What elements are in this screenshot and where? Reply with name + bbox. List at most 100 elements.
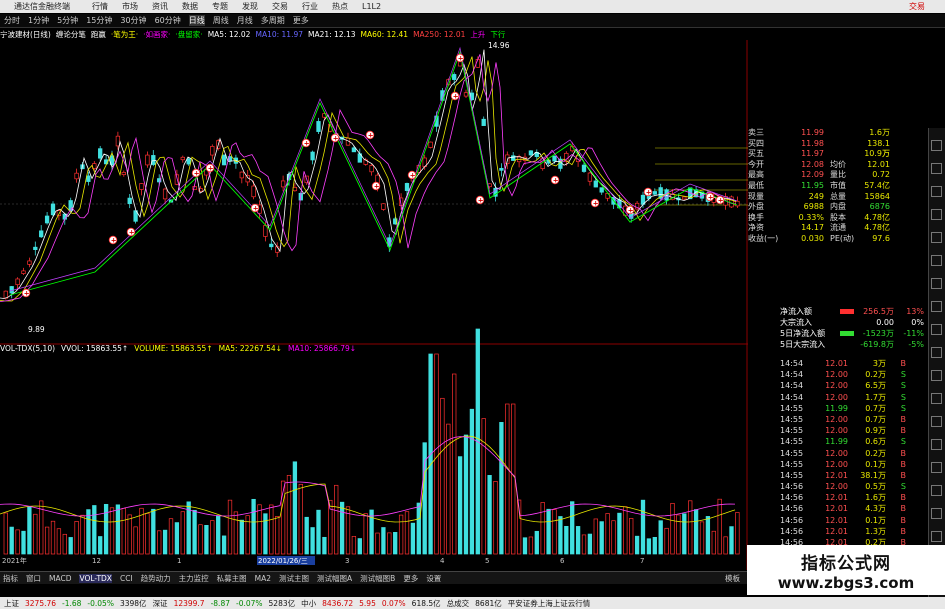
trade-link[interactable]: 交易 [909,1,925,12]
sidebar-button[interactable] [931,485,942,496]
menu-item[interactable]: 市场 [122,1,138,12]
menu-item[interactable]: 发现 [242,1,258,12]
candlesticks [3,55,740,300]
indicator-tab[interactable]: 指标 [3,573,18,584]
menu-item[interactable]: 专题 [212,1,228,12]
indicator-tab[interactable]: 窗口 [26,573,41,584]
indicator-tab[interactable]: 设置 [426,573,441,584]
period-tab[interactable]: 更多 [293,15,309,26]
volume-bar [564,525,569,555]
menu-item[interactable]: 数据 [182,1,198,12]
volume-bar [157,530,162,555]
candle-body [221,154,227,166]
indicator-tab[interactable]: MACD [49,574,71,583]
volume-legend: VOL-TDX(5,10) VVOL: 15863.55↑ VOLUME: 1586… [0,343,362,354]
period-tab[interactable]: 周线 [213,15,229,26]
indicator-tab[interactable]: CCI [120,574,133,583]
tick-row: 14:55 12.01 38.1万 B [780,470,928,481]
candle-body [145,154,150,166]
indicator-tab[interactable]: MA2 [255,574,271,583]
signal-marker-glyph: + [194,170,200,178]
indicator-tab[interactable]: 测试主图 [279,573,309,584]
right-sidebar[interactable] [928,128,945,598]
ma-legend-item: MA250: 12.01 [413,30,466,39]
indicator-tab[interactable]: 测试幅图B [360,573,395,584]
volume-bar [3,512,8,555]
period-tab[interactable]: 月线 [237,15,253,26]
indicator-tab[interactable]: 趋势动力 [141,573,171,584]
tick-row: 14:55 11.99 0.6万 S [780,436,928,447]
sidebar-button[interactable] [931,439,942,450]
volume-bar [575,526,581,555]
sidebar-button[interactable] [931,416,942,427]
indicator-tab[interactable]: 更多 [403,573,418,584]
menu-item[interactable]: 热点 [332,1,348,12]
indicator-tab[interactable]: 私募主图 [217,573,247,584]
tick-time: 14:55 [780,403,804,413]
candle-body [452,74,457,80]
indicator-tab[interactable]: VOL-TDX [79,573,112,583]
indicator-tab[interactable]: 测试幅图A [317,573,352,584]
sidebar-button[interactable] [931,324,942,335]
sidebar-button[interactable] [931,232,942,243]
sidebar-button[interactable] [931,140,942,151]
sidebar-button[interactable] [931,255,942,266]
sidebar-button[interactable] [931,186,942,197]
sidebar-button[interactable] [931,531,942,542]
candle-body [381,203,386,210]
quote-row: 最高 12.09 量比 0.72 [748,170,928,181]
volume-bar [581,534,587,555]
fund-flow-percent: -11% [903,329,924,338]
quote-label-2: 均价 [830,159,846,169]
period-tab[interactable]: 多周期 [261,15,285,26]
sidebar-button[interactable] [931,163,942,174]
sidebar-button[interactable] [931,301,942,312]
sidebar-button[interactable] [931,393,942,404]
tick-volume: 0.2万 [865,448,886,458]
sidebar-button[interactable] [931,370,942,381]
sidebar-button[interactable] [931,209,942,220]
period-tab[interactable]: 1分钟 [28,15,49,26]
menu-item[interactable]: 行情 [92,1,108,12]
candle-body [351,147,357,153]
period-tab[interactable]: 15分钟 [86,15,112,26]
volume-bar [192,509,197,555]
ma-legend-item: MA5: 12.02 [207,30,251,39]
candle-body [33,246,38,250]
menu-item[interactable]: L1L2 [362,2,381,11]
kline-chart[interactable]: 13.0012.5012.0011.5011.0010.50++++++++++… [0,40,748,570]
volume-bar [558,516,563,555]
candle-body [27,260,32,265]
volume-bar [416,502,421,555]
period-tab[interactable]: 分时 [4,15,20,26]
candle-body [316,121,321,132]
tick-row: 14:56 12.01 0.1万 B [780,515,928,526]
signal-marker-glyph: + [374,183,380,191]
fund-flow-label: 5日大宗流入 [780,340,826,349]
sidebar-button[interactable] [931,347,942,358]
quote-label: 最低 [748,180,764,190]
candle-body [210,146,215,156]
quote-value-2: 12.01 [867,159,890,169]
sidebar-button[interactable] [931,278,942,289]
sidebar-button[interactable] [931,462,942,473]
period-tab[interactable]: 60分钟 [155,15,181,26]
tick-time: 14:54 [780,392,804,402]
quote-value: 11.98 [801,138,824,148]
signal-marker-glyph: + [253,205,259,213]
menu-item[interactable]: 资讯 [152,1,168,12]
template-button[interactable]: 模板 [725,573,740,584]
tick-row: 14:54 12.00 1.7万 S [780,392,928,403]
sidebar-button[interactable] [931,508,942,519]
period-tab[interactable]: 30分钟 [120,15,146,26]
indicator-tab[interactable]: 主力监控 [179,573,209,584]
signal-marker-glyph: + [333,135,339,143]
status-bar: 上证 3275.76 -1.68 -0.05% 3398亿 深证 12399.7 -8.87-… [0,597,945,609]
candle-body [180,156,185,161]
candle-body [44,215,50,224]
menu-item[interactable]: 行业 [302,1,318,12]
menu-item[interactable]: 交易 [272,1,288,12]
period-tab[interactable]: 5分钟 [57,15,78,26]
candle-body [587,172,593,182]
period-tab[interactable]: 日线 [188,15,205,26]
